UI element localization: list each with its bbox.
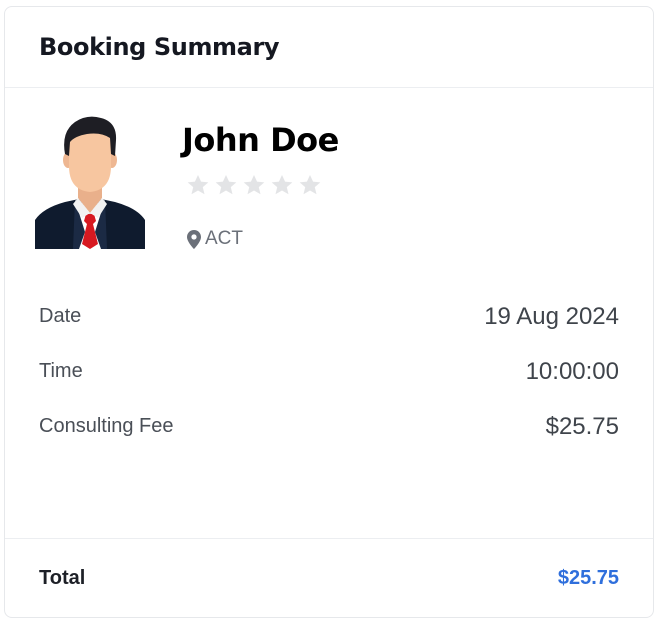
time-row: Time 10:00:00 <box>39 344 619 399</box>
doctor-location: ACT <box>187 228 243 250</box>
time-value: 10:00:00 <box>525 357 619 385</box>
location-text: ACT <box>205 228 243 249</box>
star-rating <box>186 174 322 196</box>
star-icon <box>299 174 321 195</box>
date-value: 19 Aug 2024 <box>484 302 619 330</box>
card-footer: Total $25.75 <box>5 538 653 617</box>
map-pin-icon <box>187 229 201 249</box>
consulting-fee-value: $25.75 <box>545 412 619 440</box>
star-icon <box>271 174 293 195</box>
date-label: Date <box>39 305 82 327</box>
businessman-avatar-icon <box>35 116 145 249</box>
star-icon <box>187 174 209 195</box>
star-icon <box>215 174 237 195</box>
booking-details: Date 19 Aug 2024 Time 10:00:00 Consultin… <box>39 289 619 454</box>
card-header: Booking Summary <box>5 7 653 88</box>
consulting-fee-label: Consulting Fee <box>39 415 174 437</box>
date-row: Date 19 Aug 2024 <box>39 289 619 344</box>
star-icon <box>243 174 265 195</box>
card-title: Booking Summary <box>39 33 280 61</box>
doctor-name: John Doe <box>182 121 339 159</box>
time-label: Time <box>39 360 83 382</box>
total-value: $25.75 <box>557 566 619 589</box>
doctor-profile: John Doe ACT <box>5 88 653 258</box>
total-label: Total <box>39 566 86 589</box>
booking-summary-card: Booking Summary John Doe ACT Date 19 Aug… <box>4 6 654 618</box>
consulting-fee-row: Consulting Fee $25.75 <box>39 399 619 454</box>
